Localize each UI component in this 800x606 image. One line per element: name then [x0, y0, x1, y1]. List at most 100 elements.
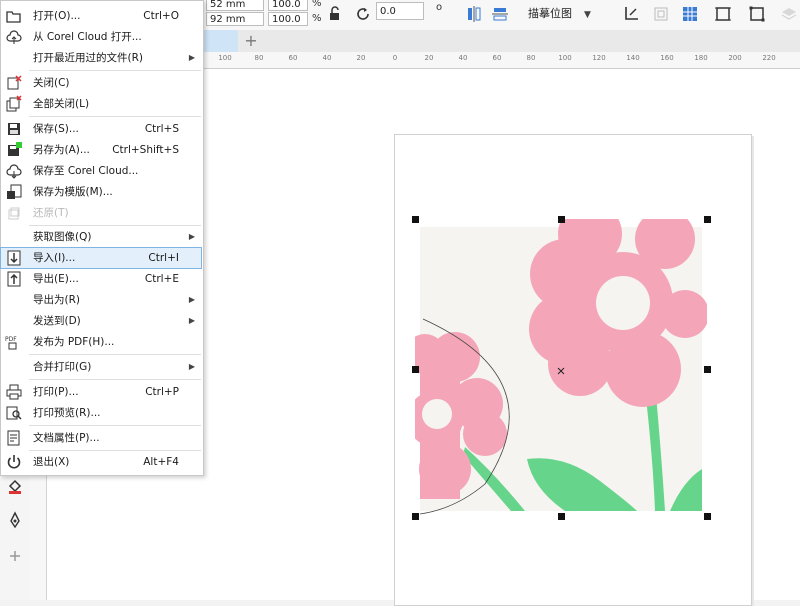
fit-frame-icon[interactable]: [712, 3, 734, 25]
menu-item-shortcut: Ctrl+P: [145, 386, 179, 398]
submenu-arrow-icon: ▶: [188, 295, 195, 304]
menu-item-open-recent[interactable]: 打开最近用过的文件(R) ▶: [1, 48, 201, 68]
flip-vertical-icon[interactable]: [489, 3, 511, 25]
menu-item-label: 合并打印(G): [33, 361, 92, 373]
print-icon: [5, 383, 23, 401]
menu-separator: [29, 354, 201, 355]
menu-item-label: 全部关闭(L): [33, 98, 90, 110]
document-properties-icon: [5, 429, 23, 447]
ruler-label: 120: [592, 54, 606, 62]
degree-label: o: [436, 2, 443, 13]
menu-item-label: 打印(P)...: [33, 386, 79, 398]
menu-item-label: 获取图像(Q): [33, 231, 92, 243]
ruler-label: 220: [762, 54, 776, 62]
menu-item-send-to[interactable]: 发送到(D) ▶: [1, 311, 201, 331]
transform-icon[interactable]: [746, 3, 768, 25]
selection-handle[interactable]: [704, 513, 711, 520]
menu-item-print[interactable]: 打印(P)... Ctrl+P: [1, 382, 201, 402]
selection-handle[interactable]: [558, 513, 565, 520]
menu-item-export[interactable]: 导出(E)... Ctrl+E: [1, 269, 201, 289]
ruler-label: 200: [728, 54, 742, 62]
document-tab[interactable]: [200, 30, 238, 52]
menu-item-label: 文档属性(P)...: [33, 432, 100, 444]
trace-bitmap-dropdown[interactable]: 描摹位图 ▼: [524, 2, 595, 26]
menu-item-document-properties[interactable]: 文档属性(P)...: [1, 428, 201, 448]
percent-label: %: [312, 0, 322, 9]
menu-item-close-all[interactable]: 全部关闭(L): [1, 94, 201, 114]
menu-item-save-as[interactable]: 另存为(A)... Ctrl+Shift+S: [1, 140, 201, 160]
menu-item-shortcut: Ctrl+I: [148, 252, 179, 264]
menu-item-save-cloud[interactable]: 保存至 Corel Cloud...: [1, 161, 201, 181]
add-tool-icon[interactable]: [3, 544, 27, 568]
cloud-open-icon: [5, 28, 23, 46]
menu-item-label: 导出为(R): [33, 294, 80, 306]
menu-item-label: 从 Corel Cloud 打开...: [33, 31, 142, 43]
close-all-icon: [5, 95, 23, 113]
menu-item-shortcut: Alt+F4: [143, 456, 179, 468]
menu-item-label: 另存为(A)...: [33, 144, 90, 156]
menu-item-print-preview[interactable]: 打印预览(R)...: [1, 403, 201, 423]
menu-item-open[interactable]: 打开(O)... Ctrl+O: [1, 6, 201, 26]
menu-item-close[interactable]: 关闭(C): [1, 73, 201, 93]
ruler-label: 40: [458, 54, 468, 62]
crop-bitmap-icon[interactable]: [620, 3, 642, 25]
menu-separator: [29, 425, 201, 426]
fill-tool-icon[interactable]: [3, 474, 27, 498]
menu-item-import[interactable]: 导入(I)... Ctrl+I: [0, 247, 202, 269]
selection-handle[interactable]: [412, 513, 419, 520]
menu-item-shortcut: Ctrl+E: [144, 273, 179, 285]
object-width-field[interactable]: 52 mm: [206, 0, 264, 11]
submenu-arrow-icon: ▶: [188, 232, 195, 241]
pen-tool-icon[interactable]: [3, 508, 27, 532]
edit-bitmap-icon[interactable]: [650, 3, 672, 25]
file-menu: 打开(O)... Ctrl+O 从 Corel Cloud 打开... 打开最近…: [0, 0, 204, 476]
import-icon: [5, 249, 23, 267]
ruler-label: 100: [218, 54, 232, 62]
power-icon: [5, 453, 23, 471]
new-tab-button[interactable]: +: [242, 32, 260, 50]
scale-width-field[interactable]: 100.0: [268, 0, 308, 11]
menu-item-label: 发送到(D): [33, 315, 81, 327]
trace-bitmap-label: 描摹位图: [528, 7, 572, 20]
menu-item-acquire-image[interactable]: 获取图像(Q) ▶: [1, 227, 201, 247]
layers-icon[interactable]: [778, 3, 800, 25]
pdf-icon: PDF: [5, 333, 23, 351]
submenu-arrow-icon: ▶: [188, 316, 195, 325]
mirror-icon[interactable]: [463, 3, 485, 25]
submenu-arrow-icon: ▶: [188, 362, 195, 371]
menu-item-print-merge[interactable]: 合并打印(G) ▶: [1, 357, 201, 377]
selection-handle[interactable]: [558, 216, 565, 223]
lock-ratio-icon[interactable]: [324, 3, 346, 25]
menu-item-label: 打开最近用过的文件(R): [33, 52, 143, 64]
menu-item-export-as[interactable]: 导出为(R) ▶: [1, 290, 201, 310]
print-preview-icon: [5, 404, 23, 422]
menu-item-label: 保存(S)...: [33, 123, 79, 135]
menu-item-revert: 还原(T): [1, 203, 201, 223]
scale-height-field[interactable]: 100.0: [268, 12, 308, 26]
menu-item-publish-pdf[interactable]: PDF 发布为 PDF(H)...: [1, 332, 201, 352]
menu-item-save-template[interactable]: 保存为模版(M)...: [1, 182, 201, 202]
menu-item-open-cloud[interactable]: 从 Corel Cloud 打开...: [1, 27, 201, 47]
ruler-label: 60: [492, 54, 502, 62]
save-icon: [5, 120, 23, 138]
rotation-angle-field[interactable]: 0.0: [376, 2, 424, 20]
menu-item-label: 打印预览(R)...: [33, 407, 101, 419]
export-icon: [5, 270, 23, 288]
flower-bitmap[interactable]: [415, 219, 707, 517]
close-doc-icon: [5, 74, 23, 92]
ruler-label: 20: [424, 54, 434, 62]
ruler-label: 140: [626, 54, 640, 62]
menu-item-label: 保存至 Corel Cloud...: [33, 165, 139, 177]
ruler-label: 100: [558, 54, 572, 62]
menu-item-save[interactable]: 保存(S)... Ctrl+S: [1, 119, 201, 139]
selection-handle[interactable]: [704, 216, 711, 223]
bitmap-grid-icon[interactable]: [679, 3, 701, 25]
ruler-label: 80: [526, 54, 536, 62]
selection-handle[interactable]: [412, 366, 419, 373]
menu-item-exit[interactable]: 退出(X) Alt+F4: [1, 452, 201, 472]
object-height-field[interactable]: 92 mm: [206, 12, 264, 26]
save-template-icon: [5, 183, 23, 201]
selection-handle[interactable]: [412, 216, 419, 223]
save-as-icon: [5, 141, 23, 159]
selection-handle[interactable]: [704, 366, 711, 373]
